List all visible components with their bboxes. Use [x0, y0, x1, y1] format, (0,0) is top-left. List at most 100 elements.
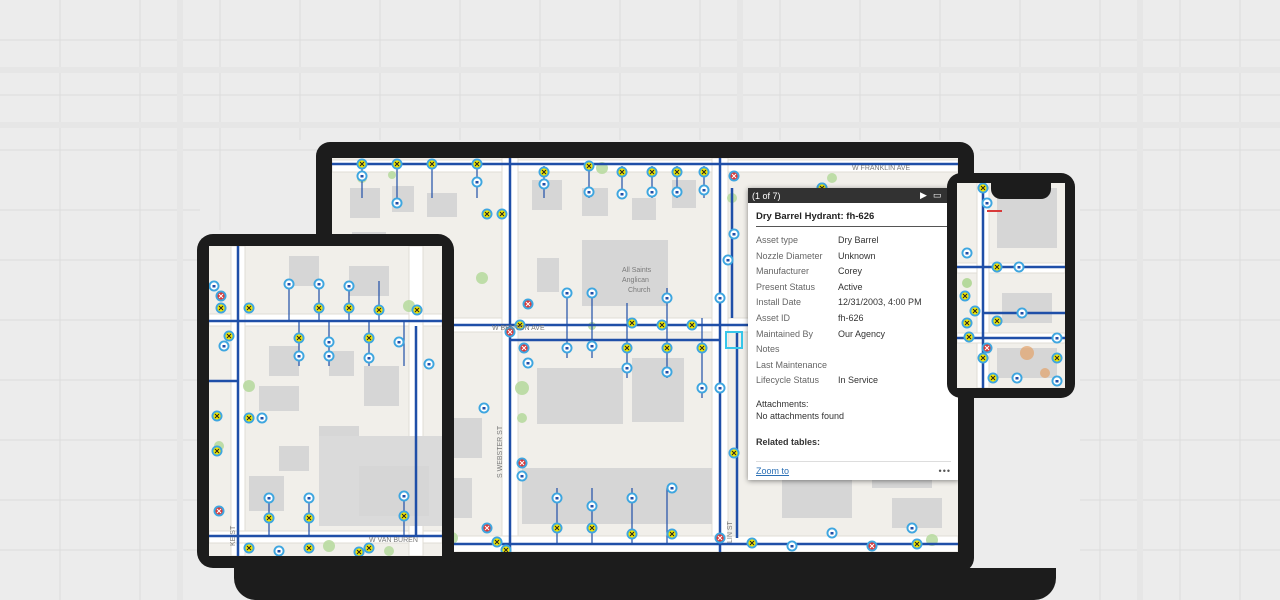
- hydrant-icon[interactable]: [522, 298, 534, 310]
- meter-icon[interactable]: [586, 500, 598, 512]
- valve-icon[interactable]: [969, 305, 981, 317]
- meter-icon[interactable]: [981, 197, 993, 209]
- hydrant-icon[interactable]: [714, 532, 726, 544]
- valve-icon[interactable]: [661, 342, 673, 354]
- valve-icon[interactable]: [977, 183, 989, 194]
- meter-icon[interactable]: [538, 178, 550, 190]
- valve-icon[interactable]: [961, 317, 973, 329]
- meter-icon[interactable]: [356, 170, 368, 182]
- next-icon[interactable]: ▶: [920, 190, 927, 201]
- selected-hydrant-highlight[interactable]: [725, 331, 743, 349]
- valve-icon[interactable]: [243, 302, 255, 314]
- meter-icon[interactable]: [516, 470, 528, 482]
- valve-icon[interactable]: [373, 304, 385, 316]
- meter-icon[interactable]: [1013, 261, 1025, 273]
- zoom-to-link[interactable]: Zoom to: [756, 466, 789, 476]
- meter-icon[interactable]: [273, 545, 285, 557]
- hydrant-icon[interactable]: [516, 457, 528, 469]
- meter-icon[interactable]: [714, 382, 726, 394]
- maximize-icon[interactable]: ▭: [933, 190, 942, 201]
- meter-icon[interactable]: [698, 184, 710, 196]
- valve-icon[interactable]: [583, 160, 595, 172]
- valve-icon[interactable]: [911, 538, 923, 550]
- phone-map-view[interactable]: [957, 183, 1065, 388]
- meter-icon[interactable]: [722, 254, 734, 266]
- meter-icon[interactable]: [728, 228, 740, 240]
- valve-icon[interactable]: [696, 342, 708, 354]
- valve-icon[interactable]: [471, 158, 483, 170]
- meter-icon[interactable]: [551, 492, 563, 504]
- meter-icon[interactable]: [961, 247, 973, 259]
- meter-icon[interactable]: [1011, 372, 1023, 384]
- valve-icon[interactable]: [343, 302, 355, 314]
- more-actions-icon[interactable]: •••: [939, 466, 951, 476]
- valve-icon[interactable]: [391, 158, 403, 170]
- meter-icon[interactable]: [1051, 375, 1063, 387]
- hydrant-icon[interactable]: [213, 505, 225, 517]
- hydrant-icon[interactable]: [981, 342, 993, 354]
- meter-icon[interactable]: [1051, 332, 1063, 344]
- valve-icon[interactable]: [626, 528, 638, 540]
- valve-icon[interactable]: [496, 208, 508, 220]
- valve-icon[interactable]: [977, 352, 989, 364]
- meter-icon[interactable]: [826, 527, 838, 539]
- valve-icon[interactable]: [963, 331, 975, 343]
- meter-icon[interactable]: [646, 186, 658, 198]
- valve-icon[interactable]: [313, 302, 325, 314]
- meter-icon[interactable]: [323, 336, 335, 348]
- meter-icon[interactable]: [696, 382, 708, 394]
- valve-icon[interactable]: [243, 542, 255, 554]
- valve-icon[interactable]: [698, 166, 710, 178]
- valve-icon[interactable]: [616, 166, 628, 178]
- meter-icon[interactable]: [263, 492, 275, 504]
- meter-icon[interactable]: [522, 357, 534, 369]
- meter-icon[interactable]: [398, 490, 410, 502]
- valve-icon[interactable]: [263, 512, 275, 524]
- valve-icon[interactable]: [666, 528, 678, 540]
- meter-icon[interactable]: [256, 412, 268, 424]
- hydrant-icon[interactable]: [481, 522, 493, 534]
- hydrant-icon[interactable]: [728, 170, 740, 182]
- valve-icon[interactable]: [728, 447, 740, 459]
- valve-icon[interactable]: [398, 510, 410, 522]
- valve-icon[interactable]: [538, 166, 550, 178]
- valve-icon[interactable]: [746, 537, 758, 549]
- valve-icon[interactable]: [491, 536, 503, 548]
- meter-icon[interactable]: [621, 362, 633, 374]
- valve-icon[interactable]: [586, 522, 598, 534]
- valve-icon[interactable]: [411, 304, 423, 316]
- valve-icon[interactable]: [303, 542, 315, 554]
- valve-icon[interactable]: [303, 512, 315, 524]
- valve-icon[interactable]: [211, 445, 223, 457]
- meter-icon[interactable]: [661, 366, 673, 378]
- meter-icon[interactable]: [666, 482, 678, 494]
- meter-icon[interactable]: [393, 336, 405, 348]
- valve-icon[interactable]: [551, 522, 563, 534]
- valve-icon[interactable]: [621, 342, 633, 354]
- meter-icon[interactable]: [616, 188, 628, 200]
- meter-icon[interactable]: [218, 340, 230, 352]
- valve-icon[interactable]: [671, 166, 683, 178]
- meter-icon[interactable]: [313, 278, 325, 290]
- valve-icon[interactable]: [991, 261, 1003, 273]
- meter-icon[interactable]: [471, 176, 483, 188]
- meter-icon[interactable]: [423, 358, 435, 370]
- meter-icon[interactable]: [714, 292, 726, 304]
- meter-icon[interactable]: [209, 280, 220, 292]
- valve-icon[interactable]: [215, 302, 227, 314]
- meter-icon[interactable]: [906, 522, 918, 534]
- meter-icon[interactable]: [561, 287, 573, 299]
- tablet-map-view[interactable]: W VAN BUREN KE ST: [209, 246, 442, 556]
- meter-icon[interactable]: [583, 186, 595, 198]
- valve-icon[interactable]: [991, 315, 1003, 327]
- valve-icon[interactable]: [363, 542, 375, 554]
- valve-icon[interactable]: [987, 372, 999, 384]
- meter-icon[interactable]: [293, 350, 305, 362]
- valve-icon[interactable]: [481, 208, 493, 220]
- valve-icon[interactable]: [626, 317, 638, 329]
- meter-icon[interactable]: [1016, 307, 1028, 319]
- valve-icon[interactable]: [426, 158, 438, 170]
- valve-icon[interactable]: [363, 332, 375, 344]
- meter-icon[interactable]: [661, 292, 673, 304]
- hydrant-icon[interactable]: [215, 290, 227, 302]
